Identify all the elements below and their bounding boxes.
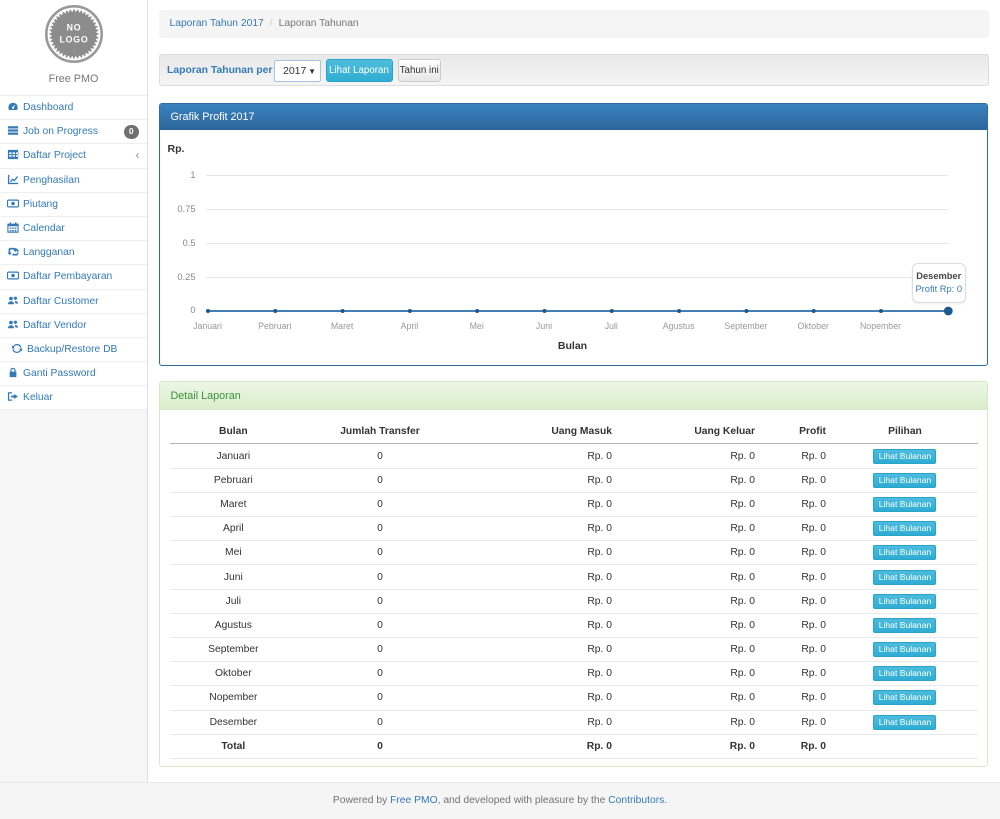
- svg-text:NO: NO: [66, 23, 81, 33]
- svg-text:LOGO: LOGO: [59, 35, 88, 45]
